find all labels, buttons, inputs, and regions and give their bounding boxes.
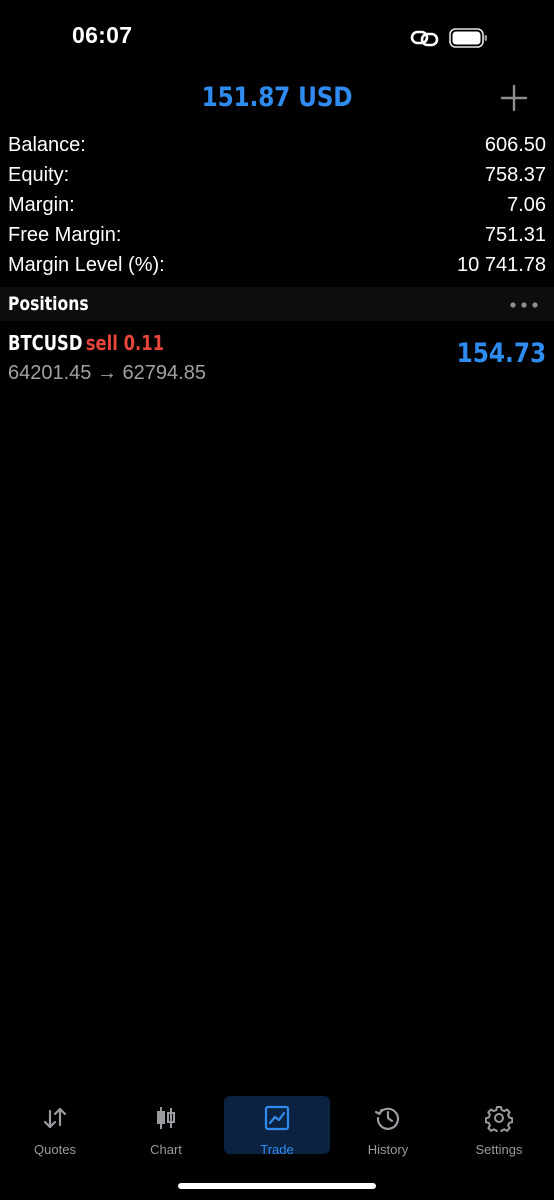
link-icon <box>410 30 439 47</box>
summary-row-margin: Margin: 7.06 <box>0 192 554 222</box>
more-icon[interactable] <box>508 300 540 310</box>
position-prices: 64201.45 → 62794.85 <box>8 362 206 384</box>
summary-label: Margin: <box>8 194 75 216</box>
summary-label: Balance: <box>8 134 86 156</box>
status-bar: 06:07 <box>0 0 554 80</box>
gear-icon <box>485 1106 513 1132</box>
header: 151.87 USD <box>0 80 554 120</box>
summary-label: Equity: <box>8 164 70 186</box>
tab-history[interactable]: History <box>335 1096 441 1157</box>
tab-trade[interactable]: Trade <box>224 1096 330 1157</box>
battery-icon <box>449 28 487 48</box>
tab-bar: Quotes Chart Trade History Settings <box>0 1092 554 1162</box>
candlestick-icon <box>157 1107 175 1129</box>
summary-row-free-margin: Free Margin: 751.31 <box>0 222 554 252</box>
tab-label: Settings <box>475 1142 523 1157</box>
status-time: 06:07 <box>72 22 133 48</box>
add-icon[interactable] <box>498 82 530 114</box>
summary-value: 751.31 <box>484 224 546 246</box>
summary-label: Free Margin: <box>8 224 122 246</box>
position-symbol: BTCUSD <box>8 331 83 355</box>
history-icon <box>374 1107 400 1130</box>
positions-section-header: Positions <box>0 287 554 321</box>
trade-icon <box>264 1105 290 1131</box>
tab-label: Quotes <box>34 1142 76 1157</box>
positions-title: Positions <box>8 293 89 315</box>
summary-label: Margin Level (%): <box>8 254 165 276</box>
summary-row-balance: Balance: 606.50 <box>0 132 554 162</box>
home-indicator[interactable] <box>178 1183 376 1189</box>
tab-label: History <box>367 1142 409 1157</box>
summary-value: 606.50 <box>484 134 546 156</box>
tab-quotes[interactable]: Quotes <box>2 1096 108 1157</box>
position-row[interactable]: BTCUSD sell 0.11 64201.45 → 62794.85 154.… <box>0 326 554 392</box>
tab-settings[interactable]: Settings <box>446 1096 552 1157</box>
tab-chart[interactable]: Chart <box>113 1096 219 1157</box>
quotes-icon <box>43 1107 67 1129</box>
summary-value: 758.37 <box>484 164 546 186</box>
position-side-volume: sell 0.11 <box>85 331 165 355</box>
summary-row-equity: Equity: 758.37 <box>0 162 554 192</box>
account-total: 151.87 USD <box>201 82 353 113</box>
summary-value: 10 741.78 <box>457 254 546 276</box>
position-symbol-line: BTCUSD sell 0.11 <box>8 331 164 355</box>
account-summary: Balance: 606.50 Equity: 758.37 Margin: 7… <box>0 132 554 282</box>
tab-label: Trade <box>260 1142 294 1157</box>
tab-label: Chart <box>150 1142 182 1157</box>
position-profit: 154.73 <box>456 338 546 369</box>
summary-row-margin-level: Margin Level (%): 10 741.78 <box>0 252 554 282</box>
summary-value: 7.06 <box>507 194 546 216</box>
